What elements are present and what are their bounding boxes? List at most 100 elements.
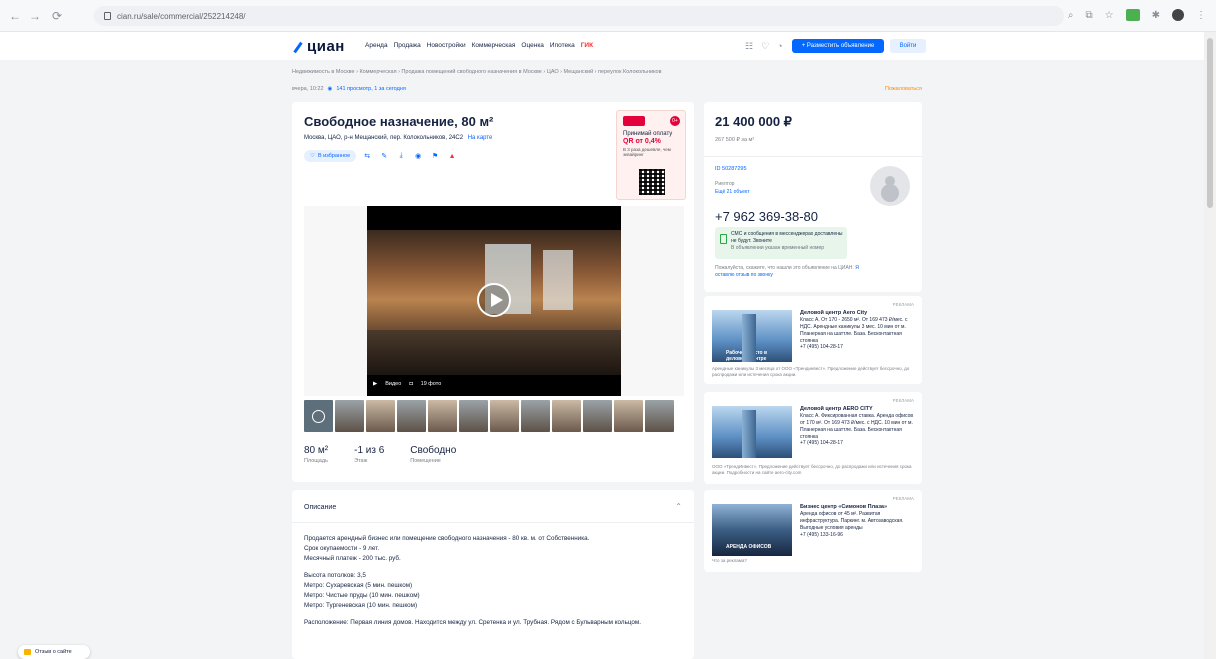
description-heading[interactable]: Описание — [304, 504, 336, 511]
thumbnail[interactable] — [366, 400, 395, 432]
favorite-button[interactable]: ♡ В избранное — [304, 150, 357, 162]
ad-card[interactable]: РЕКЛАМА Деловой центр AERO CITY Класс А.… — [704, 392, 922, 484]
thumbnail[interactable] — [335, 400, 364, 432]
ad-text: Класс А. Фиксированная ставка. Аренда оф… — [800, 413, 914, 440]
video-label[interactable]: Видео — [385, 381, 401, 387]
thumbnail[interactable] — [645, 400, 674, 432]
nav-item-rent[interactable]: Аренда — [365, 42, 388, 49]
page-scrollbar[interactable] — [1204, 32, 1216, 659]
nav-item-commercial[interactable]: Коммерческая — [472, 42, 516, 49]
nav-item-mortgage[interactable]: Ипотека — [550, 42, 575, 49]
menu-icon[interactable]: ⋮ — [1196, 10, 1206, 21]
share-icon[interactable]: ⚑ — [429, 150, 441, 162]
description-line: Месячный платеж - 200 тыс. руб. — [304, 555, 401, 563]
ad-image[interactable]: Рабочее место в деловом центре — [712, 310, 792, 362]
extension-icon[interactable] — [1125, 9, 1140, 21]
price: 21 400 000 ₽ — [715, 114, 792, 129]
avatar — [870, 166, 910, 206]
complain-link[interactable]: Пожаловаться — [885, 86, 922, 92]
ad-card[interactable]: РЕКЛАМА АРЕНДА ОФИСОВ Бизнес центр «Симо… — [704, 490, 922, 572]
video-player[interactable]: ▶ Видео ◘ 19 фото — [367, 206, 621, 396]
ad-footnote[interactable]: Что за реклама? — [712, 558, 916, 564]
thumbnail[interactable] — [428, 400, 457, 432]
logo-mark-icon — [292, 40, 304, 54]
thumbnail[interactable] — [583, 400, 612, 432]
scrollbar-thumb[interactable] — [1207, 38, 1213, 208]
scene-window — [543, 250, 573, 310]
ad-name[interactable]: Бизнес центр «Симонов Плаза» — [800, 504, 914, 511]
description-line: Метро: Сухаревская (5 мин. пешком) — [304, 582, 413, 590]
feedback-button[interactable]: Отзыв о сайте — [18, 645, 90, 659]
ad-phone[interactable]: +7 (495) 104-28-17 — [800, 344, 914, 351]
thumbnail[interactable] — [459, 400, 488, 432]
address-bar[interactable]: cian.ru/sale/commercial/252214248/ — [94, 6, 1064, 26]
phone-number[interactable]: +7 962 369-38-80 — [715, 209, 818, 224]
thumbnail[interactable] — [614, 400, 643, 432]
gallery: ▶ Видео ◘ 19 фото — [304, 206, 684, 396]
play-icon[interactable] — [477, 283, 511, 317]
ad-image[interactable]: АРЕНДА ОФИСОВ — [712, 504, 792, 556]
chevron-up-icon[interactable]: ⌃ — [675, 502, 682, 511]
ad-name[interactable]: Деловой центр AERO CITY — [800, 406, 914, 413]
video-caption: ▶ Видео ◘ 19 фото — [367, 377, 441, 391]
login-button[interactable]: Войти — [890, 39, 926, 53]
back-icon[interactable]: ← — [6, 7, 24, 25]
bell-icon[interactable]: ◔ — [777, 41, 782, 52]
ad-name[interactable]: Деловой центр Aero City — [800, 310, 914, 317]
fact-value: -1 из 6 — [354, 445, 385, 456]
thumbnail[interactable] — [490, 400, 519, 432]
nav-item-sale[interactable]: Продажа — [394, 42, 421, 49]
place-ad-button[interactable]: + Разместить объявление — [792, 39, 884, 53]
star-icon[interactable]: ☆ — [1105, 10, 1114, 21]
page-title: Свободное назначение, 80 м² — [304, 114, 494, 129]
action-row: ♡ В избранное ⇆ ✎ ⤓ ◉ ⚑ ▲ — [304, 150, 458, 162]
forward-icon[interactable]: → — [26, 7, 44, 25]
nav-item-new[interactable]: Новостройки — [427, 42, 466, 49]
heart-icon[interactable]: ♡ — [761, 41, 769, 52]
thumbnail[interactable] — [552, 400, 581, 432]
url-text: cian.ru/sale/commercial/252214248/ — [117, 11, 246, 21]
thumbnail-video[interactable] — [304, 400, 333, 432]
sms-text: СМС и сообщения в мессенджерах доставлен… — [731, 231, 843, 251]
flag-icon[interactable]: ▲ — [446, 150, 458, 162]
download-icon[interactable]: ⤓ — [395, 150, 407, 162]
address-text[interactable]: Москва, ЦАО, р-н Мещанский, пер. Колокол… — [304, 135, 463, 141]
ad-image[interactable] — [712, 406, 792, 458]
zoom-icon[interactable]: ⌕ — [1068, 10, 1074, 21]
hide-icon[interactable]: ◉ — [412, 150, 424, 162]
reload-icon[interactable]: ⟳ — [48, 7, 66, 25]
pin-icon[interactable]: ✎ — [378, 150, 390, 162]
breadcrumb[interactable]: Недвижимость в Москве › Коммерческая › П… — [292, 69, 932, 75]
puzzle-icon[interactable]: ✱ — [1152, 10, 1160, 21]
sber-banner[interactable]: 0+ Принимай оплату QR от 0,4% В 3 раза д… — [616, 110, 686, 200]
ad-phone[interactable]: +7 (495) 104-28-17 — [800, 440, 914, 447]
nav-item-valuation[interactable]: Оценка — [521, 42, 544, 49]
camera-icon: ◘ — [409, 381, 413, 387]
compare-icon[interactable]: ⇆ — [361, 150, 373, 162]
thumbnail[interactable] — [521, 400, 550, 432]
compare-icon[interactable]: ☷ — [745, 41, 753, 52]
map-link[interactable]: На карте — [468, 135, 493, 141]
share-icon[interactable]: ⧉ — [1086, 10, 1093, 21]
ad-card[interactable]: РЕКЛАМА Рабочее место в деловом центре Д… — [704, 296, 922, 384]
ad-info: Деловой центр Aero City Класс А. От 170 … — [800, 310, 914, 351]
fact-value: 80 м² — [304, 445, 329, 456]
photo-count[interactable]: 19 фото — [421, 381, 442, 387]
agent-more-link[interactable]: Ещё 21 объект — [715, 189, 750, 195]
profile-icon[interactable] — [1172, 9, 1184, 21]
disclaimer-text: Пожалуйста, скажите, что нашли это объяв… — [715, 265, 854, 271]
lock-icon — [104, 12, 111, 20]
ad-phone[interactable]: +7 (495) 133-16-96 — [800, 532, 914, 539]
qr-code-icon — [639, 169, 665, 195]
age-badge-icon: 0+ — [670, 116, 680, 126]
banner-line1: Принимай оплату — [623, 131, 673, 137]
nav-item-gk[interactable]: ГИК — [581, 42, 593, 49]
logo[interactable]: циан — [292, 38, 345, 55]
sms-message: СМС и сообщения в мессенджерах доставлен… — [731, 231, 843, 244]
agent-id[interactable]: ID 50287295 — [715, 166, 747, 172]
description-line: Высота потолков: 3,5 — [304, 572, 366, 580]
banner-line2: В 3 раза дешевле, чем эквайринг — [623, 146, 671, 157]
heart-icon: ♡ — [310, 153, 315, 159]
thumbnail[interactable] — [397, 400, 426, 432]
views-count[interactable]: 141 просмотр, 1 за сегодня — [336, 86, 405, 92]
